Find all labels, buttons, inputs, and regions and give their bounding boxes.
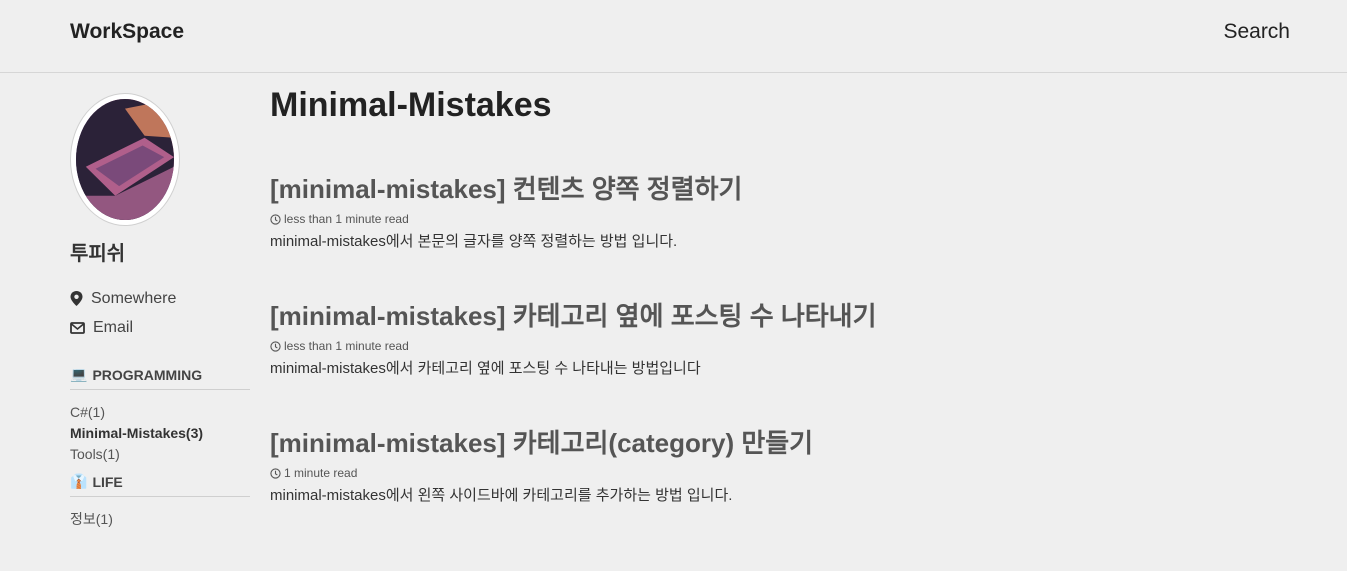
- category-title: PROGRAMMING: [92, 366, 203, 383]
- clock-icon: [270, 467, 281, 479]
- category-item-info[interactable]: 정보(1): [70, 509, 250, 530]
- post-excerpt: minimal-mistakes에서 왼쪽 사이드바에 카테고리를 추가하는 방…: [270, 487, 733, 504]
- post-excerpt: minimal-mistakes에서 본문의 글자를 양쪽 정렬하는 방법 입니…: [270, 233, 678, 250]
- read-time: less than 1 minute read: [284, 339, 409, 353]
- category-item-minimal-mistakes[interactable]: Minimal-Mistakes(3): [70, 423, 250, 444]
- category-title: LIFE: [92, 473, 123, 490]
- post-title-link[interactable]: [minimal-mistakes] 컨텐츠 양쪽 정렬하기: [270, 169, 1270, 206]
- clock-icon: [270, 340, 281, 352]
- post-item: [minimal-mistakes] 카테고리(category) 만들기 1 …: [270, 423, 1270, 505]
- envelope-icon: [70, 321, 85, 334]
- post-meta: 1 minute read: [270, 466, 1270, 480]
- necktie-icon: 👔: [70, 473, 88, 489]
- avatar: [70, 93, 180, 226]
- category-list-programming: C#(1) Minimal-Mistakes(3) Tools(1): [70, 402, 250, 465]
- site-title-link[interactable]: WorkSpace: [70, 20, 184, 44]
- sidebar: 투피쉬 Somewhere Email 💻 PROGRAMMING C#(1) …: [70, 93, 250, 530]
- author-location-text: Somewhere: [91, 289, 177, 307]
- post-meta: less than 1 minute read: [270, 339, 1270, 353]
- avatar-image: [76, 99, 174, 220]
- post-meta: less than 1 minute read: [270, 212, 1270, 226]
- page-title: Minimal-Mistakes: [270, 86, 552, 124]
- author-meta: Somewhere Email: [70, 284, 250, 342]
- author-name: 투피쉬: [70, 243, 126, 265]
- category-heading-programming: 💻 PROGRAMMING: [70, 366, 250, 390]
- category-list-life: 정보(1): [70, 509, 250, 530]
- location-pin-icon: [70, 291, 83, 306]
- post-title-link[interactable]: [minimal-mistakes] 카테고리 옆에 포스팅 수 나타내기: [270, 296, 1270, 333]
- category-heading-life: 👔 LIFE: [70, 473, 250, 497]
- masthead: WorkSpace Search: [0, 0, 1347, 73]
- laptop-icon: 💻: [70, 366, 88, 382]
- post-excerpt: minimal-mistakes에서 카테고리 옆에 포스팅 수 나타내는 방법…: [270, 360, 701, 377]
- category-item-csharp[interactable]: C#(1): [70, 402, 250, 423]
- author-location: Somewhere: [70, 284, 250, 313]
- post-title-link[interactable]: [minimal-mistakes] 카테고리(category) 만들기: [270, 423, 1270, 460]
- clock-icon: [270, 213, 281, 225]
- search-link[interactable]: Search: [1223, 20, 1290, 44]
- author-email-link[interactable]: Email: [70, 313, 250, 342]
- author-email-text: Email: [93, 318, 134, 336]
- read-time: less than 1 minute read: [284, 212, 409, 226]
- read-time: 1 minute read: [284, 466, 358, 480]
- main-content: Minimal-Mistakes [minimal-mistakes] 컨텐츠 …: [270, 86, 1270, 505]
- category-item-tools[interactable]: Tools(1): [70, 444, 250, 465]
- post-item: [minimal-mistakes] 컨텐츠 양쪽 정렬하기 less than…: [270, 169, 1270, 251]
- post-item: [minimal-mistakes] 카테고리 옆에 포스팅 수 나타내기 le…: [270, 296, 1270, 378]
- laptop-photo-icon: [76, 99, 174, 220]
